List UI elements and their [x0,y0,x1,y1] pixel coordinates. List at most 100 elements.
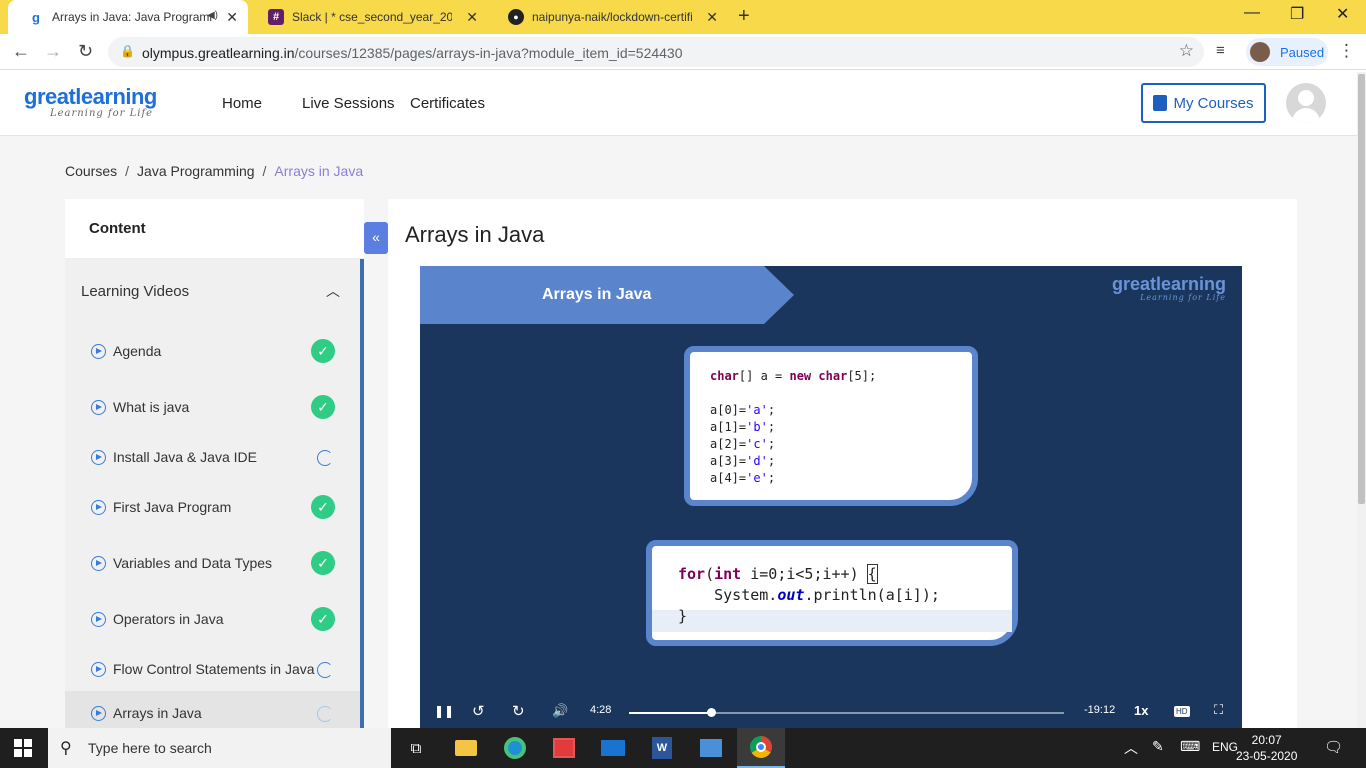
pen-icon[interactable]: ✎ [1152,738,1164,755]
profile-paused-button[interactable]: Paused [1246,38,1328,66]
pause-icon[interactable]: ❚❚ [434,704,454,718]
sidebar-item-agenda[interactable]: Agenda ✓ [65,329,360,373]
avatar [1250,42,1270,62]
system-clock[interactable]: 20:07 23-05-2020 [1236,732,1297,764]
word-icon[interactable]: W [638,728,686,768]
hd-quality-icon[interactable]: HD [1174,706,1190,717]
in-progress-icon [317,662,333,678]
sidebar-item-first-java-program[interactable]: First Java Program ✓ [65,485,360,529]
close-window-icon[interactable]: ✕ [1336,4,1349,24]
breadcrumb-courses[interactable]: Courses [65,163,117,179]
greatlearning-favicon-icon: g [32,9,40,25]
volume-icon[interactable]: 🔊 [552,703,568,719]
play-circle-icon [91,662,106,677]
edge-browser-icon[interactable] [491,728,539,768]
page-scrollbar[interactable] [1357,72,1366,728]
seek-handle[interactable] [707,708,717,717]
remaining-time: -19:12 [1084,704,1116,716]
taskbar-search-input[interactable]: ⚲ Type here to search [48,728,391,768]
video-player[interactable]: Arrays in Java greatlearning Learning fo… [420,266,1242,728]
chevron-up-icon[interactable]: ︿ [326,281,340,301]
tab-github[interactable]: ● naipunya-naik/lockdown-certific ✕ [488,0,728,34]
tab-slack[interactable]: # Slack | * cse_second_year_2019_2 ✕ [248,0,488,34]
close-tab-icon[interactable]: ✕ [466,9,478,26]
nav-certificates[interactable]: Certificates [410,95,485,112]
video-label: Flow Control Statements in Java [113,661,315,677]
address-bar[interactable]: 🔒 olympus.greatlearning.in/courses/12385… [108,37,1204,67]
url-path: /courses/12385/pages/arrays-in-java?modu… [294,45,683,61]
tray-expand-icon[interactable]: ︿ [1124,738,1138,758]
code-line: char[] a = new char[5]; [710,369,877,383]
collapse-sidebar-icon[interactable]: « [364,222,388,254]
url-text[interactable]: olympus.greatlearning.in/courses/12385/p… [142,45,683,61]
gift-app-icon[interactable] [540,728,588,768]
my-courses-button[interactable]: My Courses [1141,83,1266,123]
sidebar-item-flow-control[interactable]: Flow Control Statements in Java [65,647,360,691]
keyboard-icon[interactable]: ⌨ [1180,738,1200,755]
seek-bar[interactable] [629,708,1064,717]
sidebar-scrollbar[interactable] [360,259,364,728]
check-icon: ✓ [311,551,335,575]
sidebar-item-arrays[interactable]: Arrays in Java [65,691,360,728]
search-icon: ⚲ [60,740,72,757]
windows-start-icon[interactable] [14,739,32,757]
play-circle-icon [91,556,106,571]
github-favicon-icon: ● [508,9,524,25]
tab-arrays-in-java[interactable]: g Arrays in Java: Java Programm ◀) ✕ [8,0,248,34]
sidebar-item-variables[interactable]: Variables and Data Types ✓ [65,541,360,585]
mail-icon[interactable] [589,728,637,768]
forward-icon[interactable]: → [44,41,62,62]
profile-status: Paused [1280,44,1325,60]
lock-icon[interactable]: 🔒 [120,44,135,58]
sidebar-item-install-java[interactable]: Install Java & Java IDE [65,435,360,479]
breadcrumb: Courses / Java Programming / Arrays in Java [65,163,364,179]
forward-skip-icon[interactable]: ↻ [512,702,525,720]
chrome-icon[interactable] [737,728,785,768]
minimize-icon[interactable]: — [1244,4,1260,22]
code-line: a[4]='e'; [710,471,776,485]
video-logo-wordmark: greatlearning [1111,274,1226,294]
nav-home[interactable]: Home [222,95,262,112]
logo-tagline: Learning for Life [50,108,154,119]
content-sidebar: Content Learning Videos ︿ Agenda ✓ What … [65,199,364,728]
file-explorer-icon[interactable] [442,728,490,768]
tab-title: Slack | * cse_second_year_2019_2 [292,10,452,24]
greatlearning-logo[interactable]: greatlearning Learning for Life [24,84,157,119]
video-label: Agenda [113,343,162,359]
close-tab-icon[interactable]: ✕ [226,9,238,26]
language-indicator[interactable]: ENG [1212,740,1238,754]
reload-icon[interactable]: ↻ [78,41,93,62]
code-line: System.out.println(a[i]); [678,586,940,604]
playback-speed[interactable]: 1x [1134,703,1148,718]
video-label: Install Java & Java IDE [113,449,257,465]
breadcrumb-java-programming[interactable]: Java Programming [137,163,255,179]
speaker-icon[interactable]: ◀) [207,10,218,21]
page-scrollbar-thumb[interactable] [1358,74,1365,504]
sidebar-item-what-is-java[interactable]: What is java ✓ [65,385,360,429]
rewind-icon[interactable]: ↺ [472,702,485,720]
code-line: a[0]='a'; [710,403,776,417]
play-circle-icon [91,450,106,465]
new-tab-icon[interactable]: + [738,5,750,28]
restore-icon[interactable]: ❐ [1290,4,1304,24]
video-list: Learning Videos ︿ Agenda ✓ What is java … [65,259,360,728]
back-icon[interactable]: ← [12,41,30,62]
book-icon [1153,95,1168,111]
task-view-icon[interactable]: ⧉ [392,728,440,768]
browser-menu-icon[interactable]: ⋮ [1338,41,1355,61]
desktop-app-icon[interactable] [687,728,735,768]
url-host: olympus.greatlearning.in [142,45,295,61]
page-title: Arrays in Java [405,222,545,247]
bookmark-star-icon[interactable]: ☆ [1179,41,1194,61]
user-avatar-icon[interactable] [1286,83,1326,123]
video-label: Variables and Data Types [113,555,273,571]
nav-live-sessions[interactable]: Live Sessions [302,95,395,112]
my-courses-label: My Courses [1173,94,1254,112]
sidebar-item-operators[interactable]: Operators in Java ✓ [65,597,360,641]
notifications-icon[interactable]: 🗨 [1324,738,1343,756]
fullscreen-icon[interactable]: ⛶ [1214,702,1223,718]
media-queue-icon[interactable]: ≡ [1216,42,1225,59]
section-learning-videos[interactable]: Learning Videos [81,283,189,300]
video-label: What is java [113,399,190,415]
close-tab-icon[interactable]: ✕ [706,9,718,26]
